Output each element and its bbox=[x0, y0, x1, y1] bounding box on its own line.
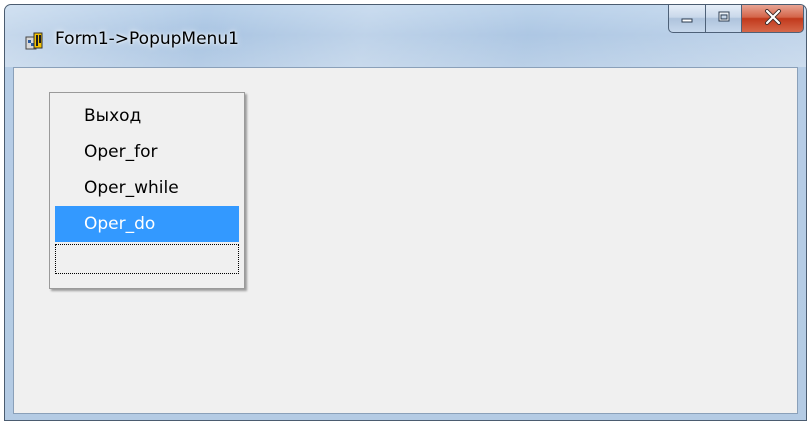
menu-item-empty[interactable] bbox=[55, 244, 239, 274]
app-icon[interactable] bbox=[25, 31, 45, 51]
window-title: Form1->PopupMenu1 bbox=[55, 29, 239, 49]
caption-buttons bbox=[668, 5, 804, 35]
menu-item-vykhod[interactable]: Выход bbox=[55, 98, 239, 134]
menu-item-oper-for[interactable]: Oper_for bbox=[55, 134, 239, 170]
close-button[interactable] bbox=[742, 5, 804, 33]
close-icon bbox=[764, 8, 782, 29]
maximize-button[interactable] bbox=[706, 5, 742, 33]
menu-item-oper-do[interactable]: Oper_do bbox=[55, 206, 239, 242]
maximize-icon bbox=[717, 9, 731, 28]
focus-rectangle bbox=[55, 244, 239, 274]
menu-item-oper-while[interactable]: Oper_while bbox=[55, 170, 239, 206]
minimize-button[interactable] bbox=[668, 5, 706, 33]
popup-menu: Выход Oper_for Oper_while Oper_do bbox=[49, 92, 245, 289]
minimize-icon bbox=[680, 9, 694, 28]
title-bar[interactable]: Form1->PopupMenu1 bbox=[5, 5, 806, 67]
